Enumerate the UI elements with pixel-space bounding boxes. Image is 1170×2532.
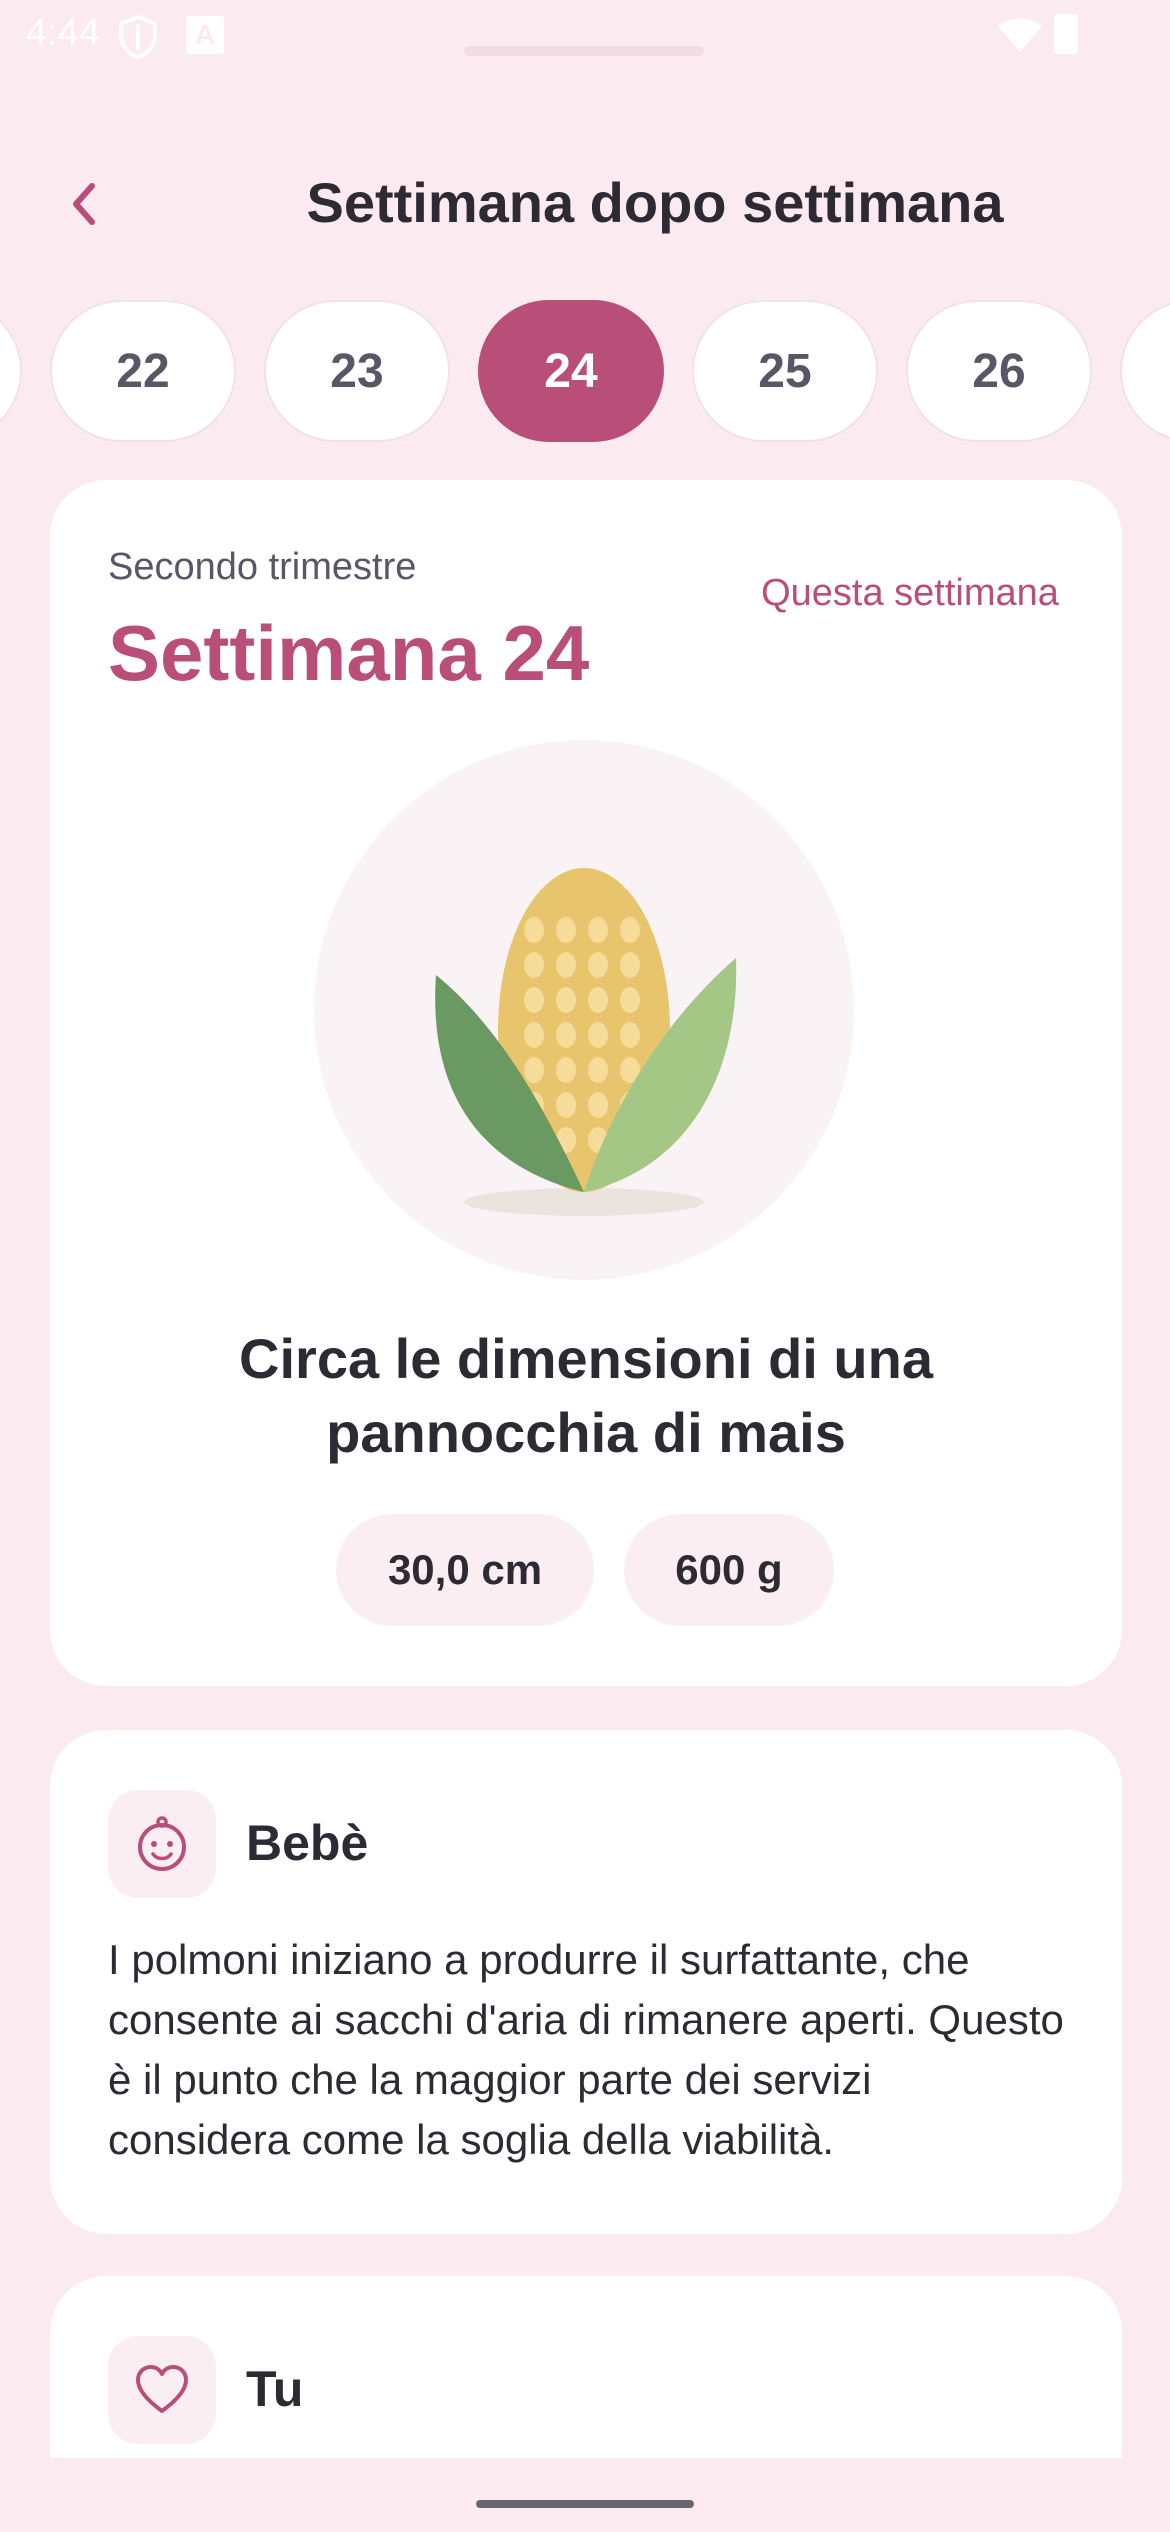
trimester-label: Secondo trimestre [108, 546, 417, 588]
camera-pill [464, 46, 704, 56]
week-pill[interactable]: 23 [264, 300, 450, 442]
battery-icon [1054, 14, 1078, 54]
week-pill[interactable]: 27 [1120, 300, 1170, 442]
you-icon-box [108, 2336, 216, 2444]
screen-content: 4:44 A Settimana dopo settimana 21 22 23… [0, 0, 1170, 2458]
back-button[interactable] [48, 168, 120, 240]
baby-face-icon [138, 1816, 186, 1871]
this-week-label: Questa settimana [761, 572, 1059, 614]
chevron-left-icon [73, 183, 95, 225]
shield-icon [119, 14, 157, 60]
corn-cob-icon [435, 868, 737, 1216]
status-time: 4:44 [26, 12, 100, 54]
wifi-icon [998, 18, 1042, 52]
week-pill[interactable]: 21 [0, 300, 22, 442]
heart-icon [136, 2365, 188, 2413]
translate-a-icon: A [186, 16, 224, 54]
length-chip: 30,0 cm [336, 1514, 594, 1626]
you-card: Tu [50, 2276, 1122, 2458]
baby-card: Bebè I polmoni iniziano a produrre il su… [50, 1730, 1122, 2234]
baby-icon-box [108, 1790, 216, 1898]
week-pill[interactable]: 22 [50, 300, 236, 442]
week-selector[interactable]: 21 22 23 24 25 26 27 [0, 300, 1170, 442]
page-title: Settimana dopo settimana [306, 171, 1004, 234]
week-pill-selected[interactable]: 24 [478, 300, 664, 442]
week-pill[interactable]: 26 [906, 300, 1092, 442]
gesture-nav-handle[interactable] [476, 2500, 694, 2508]
top-app-bar: Settimana dopo settimana [0, 150, 1170, 260]
weight-chip: 600 g [624, 1514, 834, 1626]
status-bar: 4:44 A [0, 0, 1170, 72]
week-title: Settimana 24 [108, 609, 590, 697]
size-illustration [314, 740, 854, 1280]
week-card: Secondo trimestre Settimana 24 Questa se… [50, 480, 1122, 1686]
size-comparison: Circa le dimensioni di una pannocchia di… [239, 1327, 933, 1464]
you-section-title: Tu [246, 2361, 304, 2417]
week-pill[interactable]: 25 [692, 300, 878, 442]
baby-section-title: Bebè [246, 1815, 369, 1871]
baby-section-body: I polmoni iniziano a produrre il surfatt… [108, 1936, 1064, 2163]
